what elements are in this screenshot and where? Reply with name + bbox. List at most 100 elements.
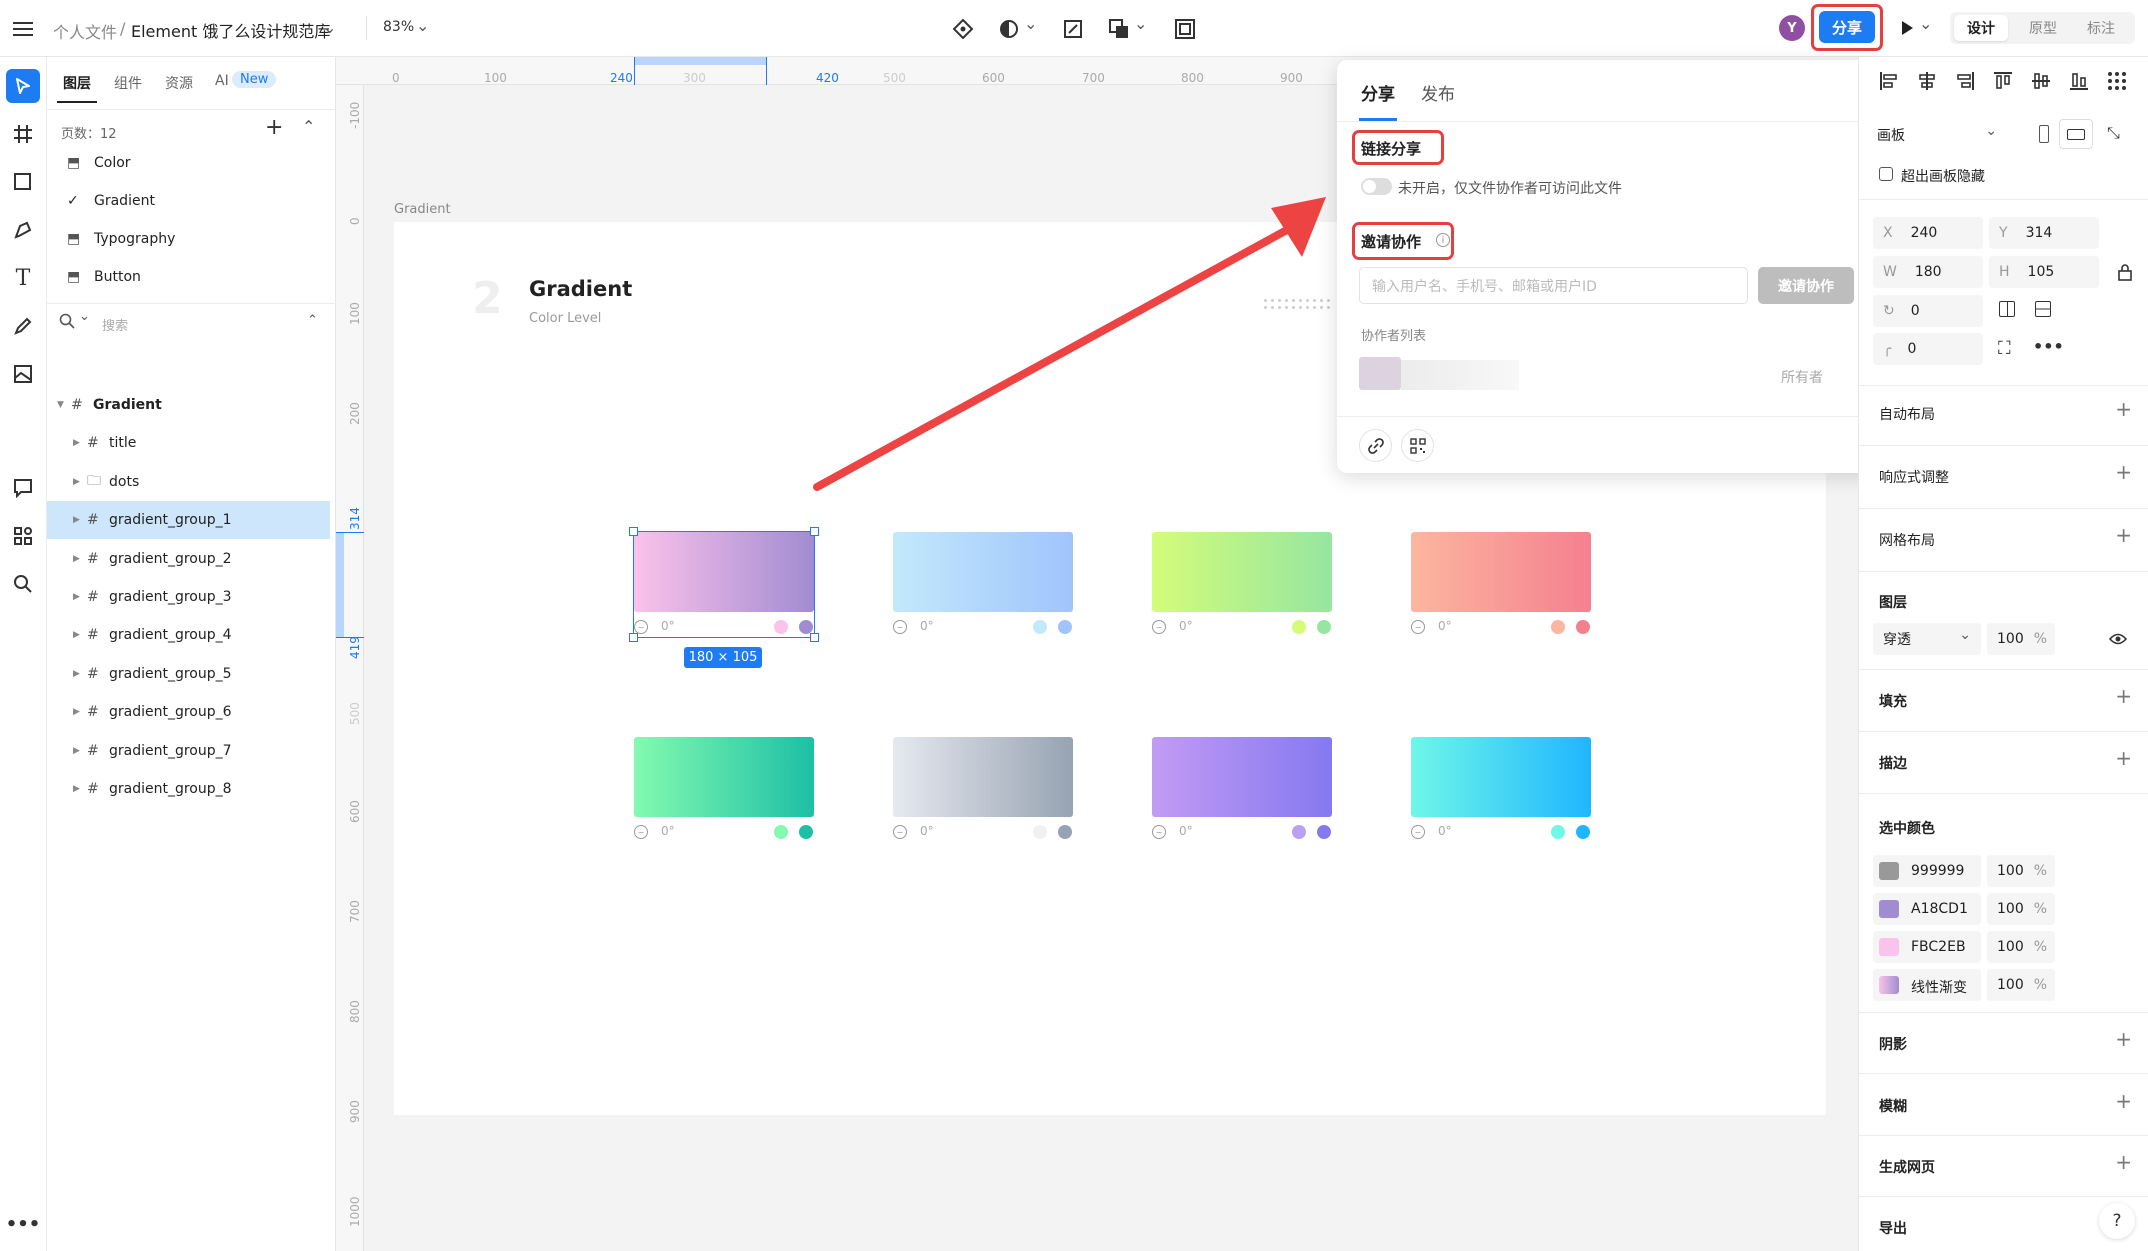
radius-field[interactable]: ╭ 0 (1873, 333, 1983, 365)
add-responsive-icon[interactable]: + (2115, 460, 2132, 484)
add-webpage-icon[interactable]: + (2115, 1150, 2132, 1174)
share-button[interactable]: 分享 (1819, 11, 1875, 43)
edit-icon[interactable] (1060, 16, 1086, 42)
page-item-gradient[interactable]: ✓ Gradient (47, 182, 330, 220)
theme-icon[interactable] (996, 16, 1022, 42)
tab-components[interactable]: 组件 (114, 73, 142, 93)
add-stroke-icon[interactable]: + (2115, 746, 2132, 770)
copy-link-button[interactable] (1359, 429, 1392, 462)
resize-fit-icon[interactable]: ⤡ (2107, 123, 2120, 143)
search-tool-icon[interactable] (8, 569, 38, 599)
x-field[interactable]: X 240 (1873, 217, 1983, 249)
mode-annotate[interactable]: 标注 (2074, 15, 2128, 41)
frame-tool-icon[interactable] (1172, 16, 1198, 42)
tab-layers[interactable]: 图层 (63, 73, 91, 93)
help-button[interactable]: ? (2099, 1203, 2135, 1239)
color-opacity-field[interactable]: 100% (1987, 969, 2055, 1001)
page-item-typography[interactable]: ⬒ Typography (47, 220, 330, 258)
layer-search-input[interactable]: 搜索 (102, 315, 128, 334)
file-name[interactable]: Element 饿了么设计规范库 (131, 18, 330, 42)
page-item-button[interactable]: ⬒ Button (47, 258, 330, 296)
color-swatch[interactable] (1879, 976, 1899, 994)
align-middle-icon[interactable] (2031, 71, 2051, 91)
breadcrumb-parent[interactable]: 个人文件 (53, 19, 117, 43)
page-item-color[interactable]: ⬒ Color (47, 144, 330, 182)
expand-right-icon[interactable]: ▶ (73, 477, 80, 487)
image-tool-icon[interactable] (8, 359, 38, 389)
expand-right-icon[interactable]: ▶ (73, 554, 80, 564)
search-icon[interactable] (59, 313, 75, 333)
add-page-icon[interactable]: + (265, 115, 283, 140)
distribute-icon[interactable] (2107, 71, 2127, 91)
tab-publish[interactable]: 发布 (1421, 80, 1455, 105)
play-chevron-icon[interactable]: ⌄ (1919, 14, 1932, 33)
text-tool-icon[interactable]: T (8, 263, 38, 293)
play-icon[interactable] (1897, 16, 1917, 40)
gradient-card[interactable] (634, 737, 814, 817)
search-chevron-icon[interactable]: ⌄ (79, 309, 90, 324)
mode-design[interactable]: 设计 (1954, 15, 2008, 41)
layer-item[interactable]: ▶ # gradient_group_7 (47, 732, 330, 770)
layer-item[interactable]: ▶ # gradient_group_8 (47, 770, 330, 808)
menu-icon[interactable] (10, 16, 36, 42)
landscape-button[interactable] (2059, 119, 2093, 149)
tab-assets[interactable]: 资源 (165, 73, 193, 93)
move-tool-button[interactable] (6, 69, 40, 103)
link-share-toggle[interactable] (1361, 178, 1392, 195)
w-field[interactable]: W 180 (1873, 256, 1983, 288)
add-auto-layout-icon[interactable]: + (2115, 397, 2132, 421)
add-blur-icon[interactable]: + (2115, 1089, 2132, 1113)
expand-right-icon[interactable]: ▶ (73, 592, 80, 602)
tab-ai[interactable]: AI (215, 73, 229, 89)
align-center-h-icon[interactable] (1917, 71, 1937, 91)
color-swatch[interactable] (1879, 900, 1899, 918)
comment-tool-icon[interactable] (8, 473, 38, 503)
gradient-card[interactable] (1411, 737, 1591, 817)
info-icon[interactable]: i (1436, 233, 1450, 247)
align-left-icon[interactable] (1879, 71, 1899, 91)
expand-right-icon[interactable]: ▶ (73, 438, 80, 448)
layer-opacity-field[interactable]: 100% (1987, 623, 2055, 655)
component-icon[interactable] (950, 16, 976, 42)
rotation-field[interactable]: ↻ 0 (1873, 295, 1983, 327)
align-bottom-icon[interactable] (2069, 71, 2089, 91)
lock-ratio-icon[interactable] (2117, 263, 2133, 285)
color-swatch[interactable] (1879, 862, 1899, 880)
layer-item[interactable]: ▶ # gradient_group_2 (47, 540, 330, 578)
frame-hash-icon[interactable] (8, 119, 38, 149)
add-shadow-icon[interactable]: + (2115, 1027, 2132, 1051)
tab-share[interactable]: 分享 (1361, 80, 1395, 105)
expand-right-icon[interactable]: ▶ (73, 630, 80, 640)
theme-chevron-icon[interactable]: ⌄ (1024, 14, 1037, 33)
invite-input[interactable]: 输入用户名、手机号、邮箱或用户ID (1359, 267, 1748, 304)
expand-down-icon[interactable]: ▼ (57, 400, 64, 410)
align-top-icon[interactable] (1993, 71, 2013, 91)
frame-preset-select[interactable]: 画板 ⌄ (1877, 119, 2005, 151)
add-fill-icon[interactable]: + (2115, 684, 2132, 708)
mode-prototype[interactable]: 原型 (2016, 15, 2070, 41)
gradient-card[interactable] (893, 737, 1073, 817)
eye-icon[interactable] (2108, 631, 2128, 650)
layer-item[interactable]: ▼ # Gradient (47, 386, 330, 424)
pencil-tool-icon[interactable] (8, 311, 38, 341)
flip-vertical-icon[interactable] (2035, 301, 2051, 317)
layer-item[interactable]: ▶ # gradient_group_1 (47, 501, 330, 540)
gradient-card[interactable] (1152, 737, 1332, 817)
expand-right-icon[interactable]: ▶ (73, 707, 80, 717)
layer-item[interactable]: ▶ # gradient_group_4 (47, 616, 330, 654)
file-menu-chevron-icon[interactable]: ⌄ (323, 18, 336, 37)
expand-right-icon[interactable]: ▶ (73, 784, 80, 794)
independent-corners-icon[interactable]: ⛶ (1998, 338, 2011, 359)
collapse-pages-icon[interactable]: ⌃ (302, 117, 315, 136)
color-opacity-field[interactable]: 100% (1987, 855, 2055, 887)
expand-right-icon[interactable]: ▶ (73, 515, 80, 525)
color-opacity-field[interactable]: 100% (1987, 893, 2055, 925)
more-icon[interactable]: ••• (6, 1209, 41, 1239)
color-opacity-field[interactable]: 100% (1987, 931, 2055, 963)
boolean-chevron-icon[interactable]: ⌄ (1134, 14, 1147, 33)
layer-item[interactable]: ▶ # gradient_group_3 (47, 578, 330, 616)
boolean-icon[interactable] (1106, 16, 1132, 42)
blend-mode-select[interactable]: 穿透 ⌄ (1873, 623, 1981, 655)
h-field[interactable]: H 105 (1989, 256, 2099, 288)
layer-item[interactable]: ▶ 🗀 dots (47, 463, 330, 501)
